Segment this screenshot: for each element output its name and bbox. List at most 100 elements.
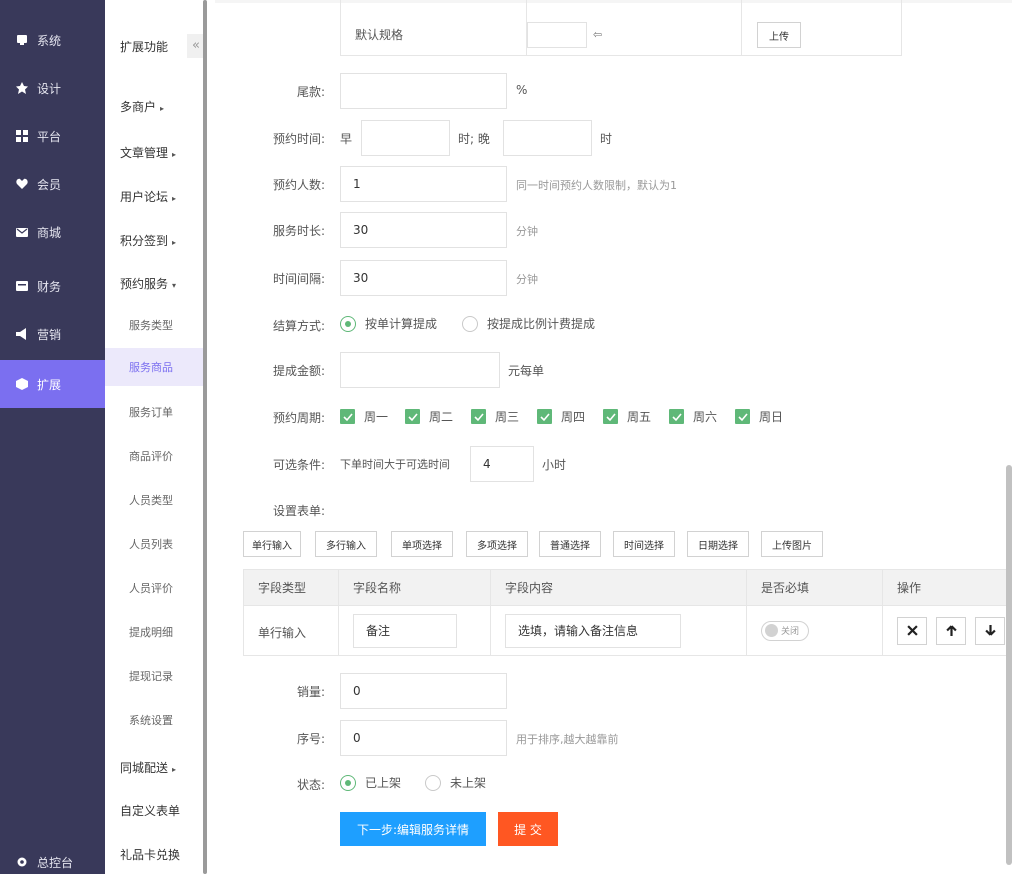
clear-icon[interactable]: ⇦ [593, 28, 602, 41]
duration-input[interactable]: 30 [340, 212, 507, 248]
add-single-choice-button[interactable]: 单项选择 [391, 531, 453, 557]
nav-item-label: 系统 [37, 33, 62, 48]
submenu-scrollbar[interactable] [203, 0, 207, 874]
booking-time-early: 早 [340, 132, 353, 146]
submenu-group-giftcard[interactable]: 礼品卡兑换 [120, 846, 180, 863]
submenu-item-staff-review[interactable]: 人员评价 [105, 569, 205, 607]
spec-name: 默认规格 [355, 28, 404, 42]
submenu-group-signin[interactable]: 积分签到 ▸ [120, 232, 176, 249]
field-content-input[interactable]: 选填，请输入备注信息 [505, 613, 681, 648]
commission-label: 提成金额: [272, 364, 325, 378]
cycle-checkbox-fri[interactable]: 周五 [603, 408, 651, 425]
submenu-group-custom-form[interactable]: 自定义表单 [120, 802, 180, 819]
nav-item-platform[interactable]: 平台 [0, 112, 105, 160]
add-time-button[interactable]: 时间选择 [613, 531, 675, 557]
submenu-group-booking[interactable]: 预约服务 ▾ [120, 275, 176, 292]
booking-time-mid: 时; 晚 [458, 132, 490, 146]
commission-input[interactable] [340, 352, 500, 388]
fields-table: 字段类型 字段名称 字段内容 是否必填 操作 单行输入 备注 选填，请输入备注信… [243, 569, 1012, 656]
cycle-checkbox-thu[interactable]: 周四 [537, 408, 585, 425]
nav-item-label: 平台 [37, 129, 62, 144]
submenu-title: 扩展功能 [120, 40, 169, 54]
sales-input[interactable]: 0 [340, 673, 507, 709]
submenu-item-reviews[interactable]: 商品评价 [105, 437, 205, 475]
field-type-cell: 单行输入 [243, 605, 339, 656]
next-step-button[interactable]: 下一步:编辑服务详情 [340, 812, 486, 846]
submenu-item-service-orders[interactable]: 服务订单 [105, 393, 205, 431]
cycle-checkbox-tue[interactable]: 周二 [405, 408, 453, 425]
spec-table: 默认规格 ⇦ 上传 [340, 0, 902, 56]
balance-input[interactable] [340, 73, 507, 109]
main-nav: 系统 设计 平台 会员 商城 财务 营销 扩展 总控台 [0, 0, 105, 874]
add-multi-choice-button[interactable]: 多项选择 [466, 531, 528, 557]
submenu-item-withdraw[interactable]: 提现记录 [105, 657, 205, 695]
status-radio-on-shelf[interactable]: 已上架 [340, 774, 401, 791]
balance-unit: % [516, 83, 528, 97]
submit-button[interactable]: 提 交 [498, 812, 558, 846]
late-hour-input[interactable] [503, 120, 592, 156]
submenu-group-delivery[interactable]: 同城配送 ▸ [120, 759, 176, 776]
cycle-checkbox-wed[interactable]: 周三 [471, 408, 519, 425]
pin-icon [16, 82, 28, 94]
move-down-button[interactable] [975, 616, 1005, 645]
sales-label: 销量: [296, 685, 325, 699]
add-image-button[interactable]: 上传图片 [761, 531, 823, 557]
cycle-checkbox-mon[interactable]: 周一 [340, 408, 388, 425]
settle-label: 结算方式: [272, 319, 325, 333]
cycle-checkbox-sat[interactable]: 周六 [669, 408, 717, 425]
settle-radio-ratio[interactable]: 按提成比例计费提成 [462, 315, 595, 332]
interval-input[interactable]: 30 [340, 260, 507, 296]
submenu-group-forum[interactable]: 用户论坛 ▸ [120, 188, 176, 205]
submenu-item-staff-list[interactable]: 人员列表 [105, 525, 205, 563]
nav-item-console[interactable]: 总控台 [0, 838, 105, 874]
booking-count-input[interactable]: 1 [340, 166, 507, 202]
nav-item-mall[interactable]: 商城 [0, 208, 105, 256]
megaphone-icon [16, 328, 28, 340]
nav-item-system[interactable]: 系统 [0, 16, 105, 64]
move-up-button[interactable] [936, 616, 966, 645]
cube-icon [16, 378, 28, 390]
form-setting-label: 设置表单: [272, 504, 325, 518]
delete-field-button[interactable] [897, 616, 927, 645]
nav-item-marketing[interactable]: 营销 [0, 310, 105, 358]
condition-prefix: 下单时间大于可选时间 [340, 458, 450, 471]
submenu-item-commission[interactable]: 提成明细 [105, 613, 205, 651]
nav-item-label: 设计 [37, 81, 62, 96]
submenu-group-merchant[interactable]: 多商户 ▸ [120, 98, 164, 115]
submenu-item-settings[interactable]: 系统设置 [105, 701, 205, 739]
add-single-line-button[interactable]: 单行输入 [243, 531, 301, 557]
field-name-input[interactable]: 备注 [353, 613, 457, 648]
cycle-label: 预约周期: [272, 411, 325, 425]
nav-item-design[interactable]: 设计 [0, 64, 105, 112]
early-hour-input[interactable] [361, 120, 450, 156]
submenu-item-service-goods[interactable]: 服务商品 [105, 348, 205, 386]
nav-item-extend[interactable]: 扩展 [0, 360, 105, 408]
settle-radio-per-order[interactable]: 按单计算提成 [340, 315, 437, 332]
spec-input[interactable] [527, 22, 587, 48]
nav-item-member[interactable]: 会员 [0, 160, 105, 208]
nav-item-finance[interactable]: 财务 [0, 262, 105, 310]
status-radio-off-shelf[interactable]: 未上架 [425, 774, 486, 791]
submenu-item-staff-type[interactable]: 人员类型 [105, 481, 205, 519]
form-main: 默认规格 ⇦ 上传 尾款: % 预约时间: 早 时; 晚 时 预约人数: 1 同… [215, 0, 1012, 874]
add-select-button[interactable]: 普通选择 [539, 531, 601, 557]
order-input[interactable]: 0 [340, 720, 507, 756]
status-label: 状态: [296, 778, 325, 792]
required-toggle[interactable]: 关闭 [761, 620, 809, 641]
col-header-required: 是否必填 [746, 569, 883, 606]
arrow-down-icon [984, 625, 996, 636]
cycle-checkbox-sun[interactable]: 周日 [735, 408, 783, 425]
gear-icon [16, 856, 28, 868]
submenu-group-article[interactable]: 文章管理 ▸ [120, 144, 176, 161]
heart-icon [16, 178, 28, 190]
nav-item-label: 总控台 [37, 855, 74, 870]
order-label: 序号: [296, 732, 325, 746]
nav-item-label: 会员 [37, 177, 62, 192]
add-multi-line-button[interactable]: 多行输入 [315, 531, 377, 557]
submenu-item-service-type[interactable]: 服务类型 [105, 306, 205, 344]
upload-button[interactable]: 上传 [757, 22, 801, 48]
mail-icon [16, 226, 28, 238]
main-scrollbar[interactable] [1006, 465, 1012, 865]
condition-input[interactable]: 4 [470, 446, 534, 482]
add-date-button[interactable]: 日期选择 [687, 531, 749, 557]
